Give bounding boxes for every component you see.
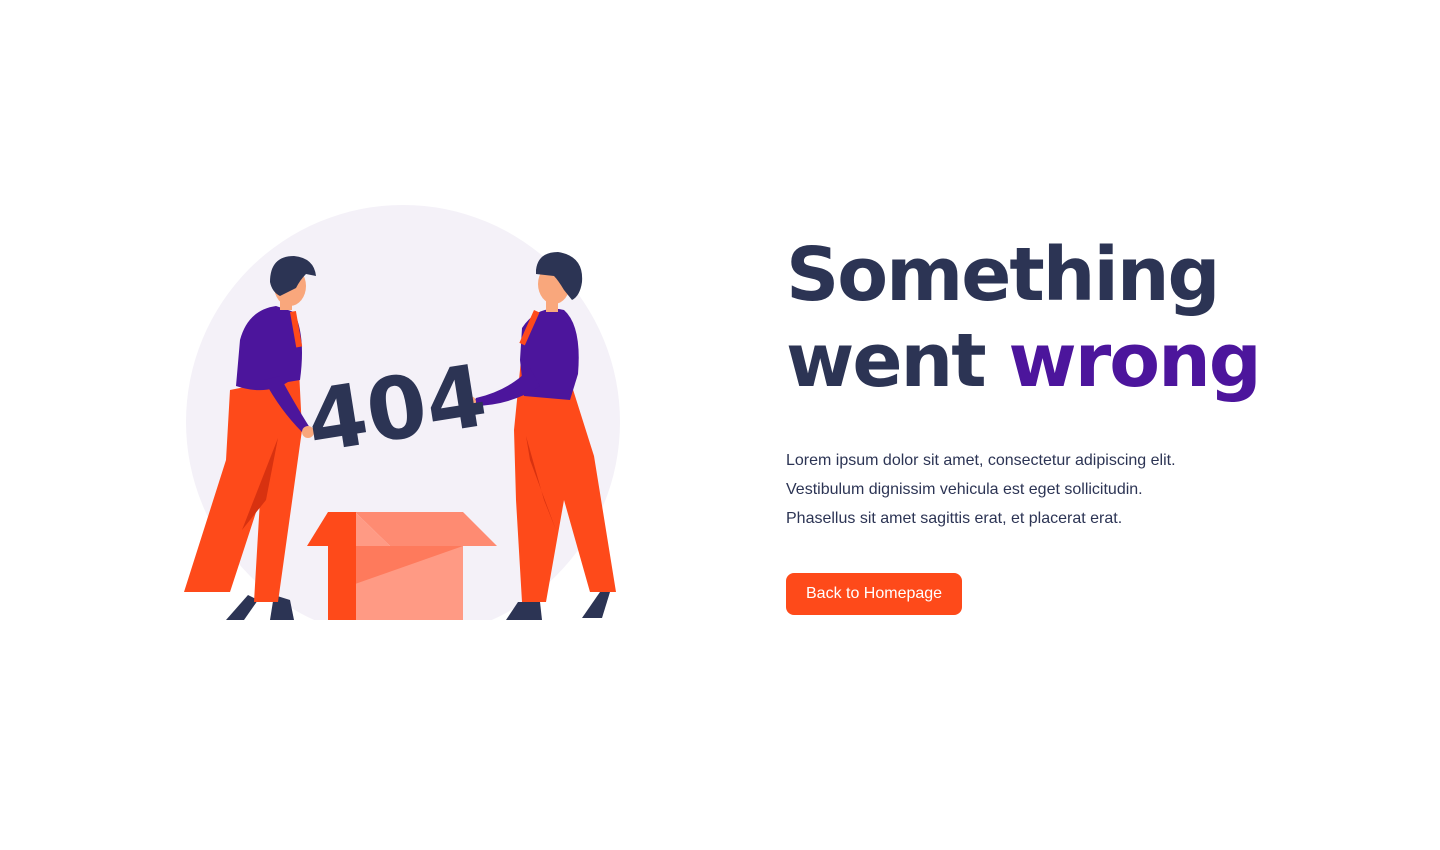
description-line-1: Lorem ipsum dolor sit amet, consectetur … bbox=[786, 452, 1176, 469]
description-line-3: Phasellus sit amet sagittis erat, et pla… bbox=[786, 510, 1123, 527]
movers-illustration: 404 bbox=[184, 205, 620, 620]
headline-line-1: Something bbox=[786, 232, 1221, 318]
error-headline: Something went wrong bbox=[786, 232, 1346, 404]
error-description: Lorem ipsum dolor sit amet, consectetur … bbox=[786, 446, 1346, 533]
404-illustration: 404 bbox=[170, 200, 630, 620]
headline-line-2-accent: wrong bbox=[1008, 318, 1261, 404]
error-page: 404 Something went wrong Lorem ipsum dol… bbox=[0, 0, 1440, 850]
description-line-2: Vestibulum dignissim vehicula est eget s… bbox=[786, 481, 1143, 498]
headline-line-2-plain: went bbox=[786, 318, 987, 404]
error-content: Something went wrong Lorem ipsum dolor s… bbox=[786, 232, 1346, 615]
back-to-homepage-button[interactable]: Back to Homepage bbox=[786, 573, 963, 615]
